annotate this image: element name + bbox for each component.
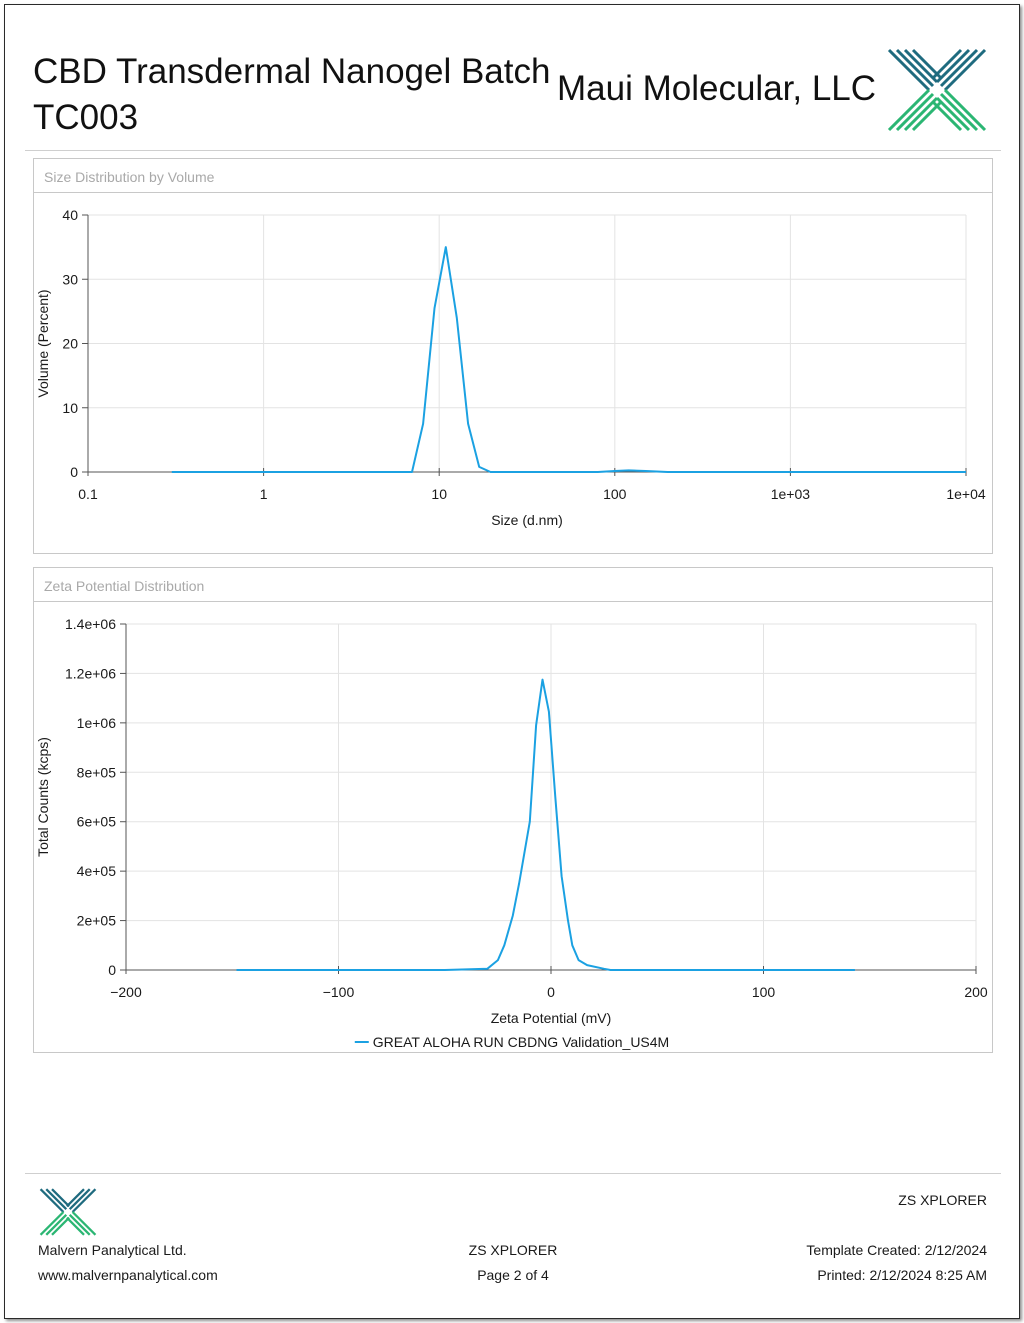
size-distribution-panel: Size Distribution by Volume 0.1 1 10 100 1e+… xyxy=(33,158,993,554)
y-tick-label: 1.4e+06 xyxy=(65,616,116,632)
y-tick-label: 20 xyxy=(62,336,78,352)
company-name: Maui Molecular, LLC xyxy=(557,69,877,108)
y-tick-label: 2e+05 xyxy=(77,913,117,929)
y-tick-label: 10 xyxy=(62,400,78,416)
y-tick-label: 0 xyxy=(108,962,116,978)
y-tick-label: 1e+06 xyxy=(77,715,117,731)
x-tick-label: 100 xyxy=(752,984,776,1000)
y-tick-label: 6e+05 xyxy=(77,814,117,830)
footer-website[interactable]: www.malvernpanalytical.com xyxy=(38,1267,218,1283)
x-axis-title: Zeta Potential (mV) xyxy=(491,1010,612,1026)
footer-template-created: Template Created: 2/12/2024 xyxy=(806,1242,987,1258)
size-distribution-chart: 0.1 1 10 100 1e+03 1e+04 0 10 20 30 40 Size (d.nm) V… xyxy=(35,207,986,528)
x-tick-label: 0.1 xyxy=(78,486,98,502)
malvern-logo-icon xyxy=(39,1188,97,1236)
footer-divider xyxy=(25,1173,1001,1174)
x-tick-label: 100 xyxy=(603,486,627,502)
report-page: CBD Transdermal Nanogel Batch TC003 Maui… xyxy=(4,4,1020,1319)
y-tick-label: 1.2e+06 xyxy=(65,665,116,681)
footer-page-number: Page 2 of 4 xyxy=(477,1267,549,1283)
x-tick-label: 0 xyxy=(547,984,555,1000)
maui-logo-icon xyxy=(887,48,987,132)
y-tick-label: 40 xyxy=(62,207,78,223)
zeta-distribution-panel: Zeta Potential Distribution −200 −100 0 100… xyxy=(33,567,993,1053)
report-title: CBD Transdermal Nanogel Batch TC003 xyxy=(33,52,551,137)
x-tick-label: 1e+03 xyxy=(771,486,811,502)
x-tick-label: −100 xyxy=(323,984,355,1000)
footer-software-center: ZS XPLORER xyxy=(468,1242,558,1258)
footer-company: Malvern Panalytical Ltd. xyxy=(38,1242,187,1258)
x-tick-label: 1 xyxy=(260,486,268,502)
y-axis-title: Volume (Percent) xyxy=(35,289,51,397)
x-axis-title: Size (d.nm) xyxy=(491,512,563,528)
zeta-potential-chart: −200 −100 0 100 200 0 2e+05 4e+05 6e+05 8e+05 1e+0… xyxy=(35,616,988,1050)
y-tick-label: 0 xyxy=(70,464,78,480)
y-axis-title: Total Counts (kcps) xyxy=(35,737,51,857)
x-tick-label: 10 xyxy=(431,486,447,502)
footer-software-top: ZS XPLORER xyxy=(898,1192,987,1208)
header-divider xyxy=(25,150,1001,151)
x-tick-label: 1e+04 xyxy=(946,486,986,502)
y-tick-label: 30 xyxy=(62,271,78,287)
y-tick-label: 8e+05 xyxy=(77,764,117,780)
footer-printed: Printed: 2/12/2024 8:25 AM xyxy=(817,1267,987,1283)
legend-label: GREAT ALOHA RUN CBDNG Validation_US4M xyxy=(373,1034,669,1050)
x-tick-label: 200 xyxy=(964,984,988,1000)
x-tick-label: −200 xyxy=(110,984,142,1000)
y-tick-label: 4e+05 xyxy=(77,863,117,879)
series-line-0 xyxy=(171,246,966,473)
